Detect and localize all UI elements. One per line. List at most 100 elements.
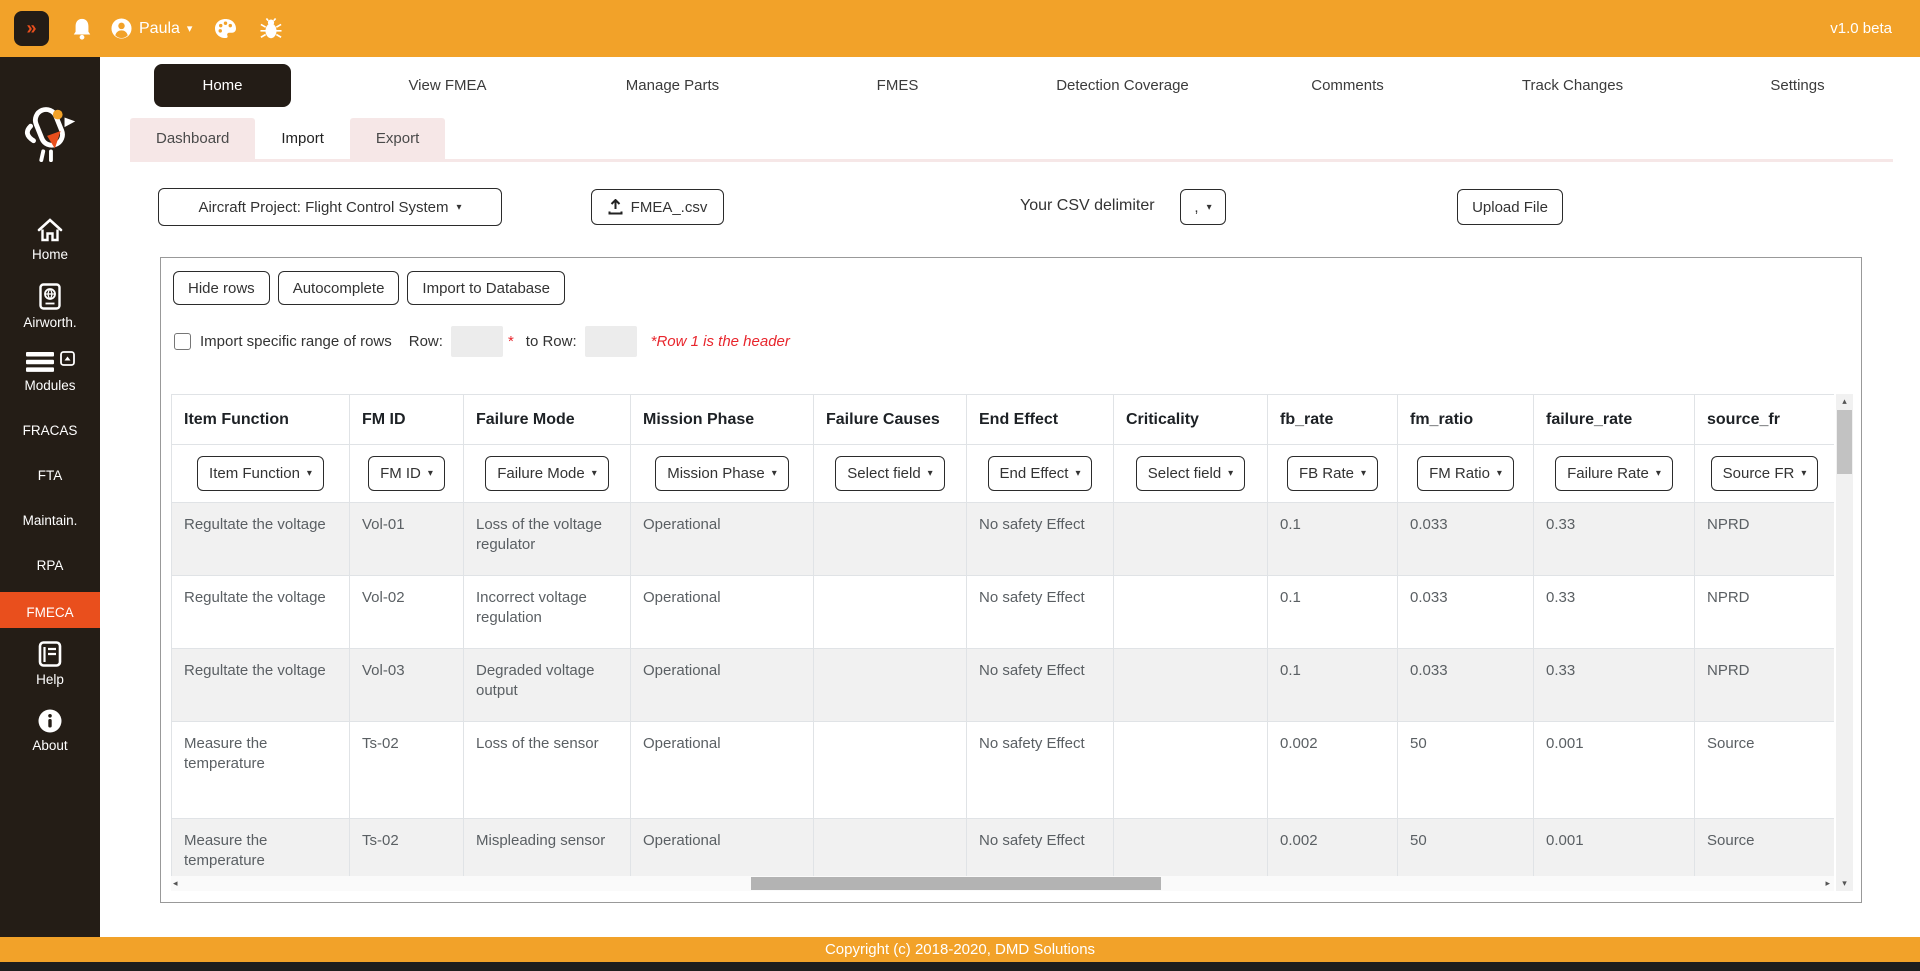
column-filter-dropdown[interactable]: FM ID ▾	[368, 456, 445, 491]
hamburger-menu-icon	[26, 351, 54, 373]
subtab-dashboard[interactable]: Dashboard	[130, 118, 255, 159]
sidebar-item-airworthiness[interactable]: Airworth.	[0, 283, 100, 330]
filter-label: FM ID	[380, 465, 421, 482]
table-row: Regultate the voltageVol-03Degraded volt…	[172, 649, 1835, 722]
column-filter-dropdown[interactable]: Select field▾	[835, 456, 944, 491]
row-to-label: to Row:	[526, 333, 577, 350]
horizontal-scrollbar[interactable]: ◂ ▸	[171, 876, 1834, 891]
choose-file-button[interactable]: FMEA_.csv	[591, 189, 724, 225]
theme-palette-icon[interactable]	[214, 18, 237, 39]
subtab-export[interactable]: Export	[350, 118, 445, 159]
copyright-text: Copyright (c) 2018-2020, DMD Solutions	[825, 941, 1095, 958]
table-cell: NPRD	[1695, 649, 1835, 722]
topbar: » Paula ▾ v1.0 beta	[0, 0, 1920, 57]
table-cell	[814, 649, 967, 722]
sidebar: Home Airworth. Modules FRACAS FTA Mainta…	[0, 57, 100, 937]
range-checkbox-label: Import specific range of rows	[200, 333, 392, 350]
table-cell	[814, 576, 967, 649]
table-cell: Operational	[631, 819, 814, 877]
column-filter-dropdown[interactable]: Mission Phase▾	[655, 456, 789, 491]
collapse-panel-icon	[60, 351, 75, 366]
tab-settings[interactable]: Settings	[1685, 77, 1910, 94]
file-name: FMEA_.csv	[631, 199, 708, 216]
table-cell: 0.033	[1398, 649, 1534, 722]
column-filter-dropdown[interactable]: Item Function▾	[197, 456, 324, 491]
scroll-left-arrow-icon[interactable]: ◂	[173, 876, 178, 891]
table-cell: 0.33	[1534, 503, 1695, 576]
bug-report-icon[interactable]	[259, 18, 283, 40]
tab-home[interactable]: Home	[110, 64, 335, 107]
column-filter-dropdown[interactable]: End Effect▾	[988, 456, 1093, 491]
table-cell: 0.1	[1268, 649, 1398, 722]
tab-view-fmea[interactable]: View FMEA	[335, 77, 560, 94]
horizontal-scroll-thumb[interactable]	[751, 877, 1161, 890]
column-filter-dropdown[interactable]: Source FR▾	[1711, 456, 1819, 491]
column-header: Failure Mode	[464, 395, 631, 445]
table-cell: 50	[1398, 722, 1534, 819]
column-filter-dropdown[interactable]: FM Ratio▾	[1417, 456, 1514, 491]
sidebar-item-home[interactable]: Home	[0, 218, 100, 262]
column-filter-dropdown[interactable]: Failure Mode▾	[485, 456, 609, 491]
sidebar-item-fta[interactable]: FTA	[0, 463, 100, 483]
column-filter-dropdown[interactable]: Select field▾	[1136, 456, 1245, 491]
sidebar-item-rpa[interactable]: RPA	[0, 553, 100, 573]
column-header: fm_ratio	[1398, 395, 1534, 445]
sidebar-item-fracas[interactable]: FRACAS	[0, 418, 100, 438]
sidebar-item-maintain[interactable]: Maintain.	[0, 508, 100, 528]
table-cell: Vol-02	[350, 576, 464, 649]
table-cell: Mispleading sensor	[464, 819, 631, 877]
upload-file-button[interactable]: Upload File	[1457, 189, 1563, 225]
column-filter-dropdown[interactable]: Failure Rate▾	[1555, 456, 1673, 491]
user-menu[interactable]: Paula ▾	[111, 18, 192, 39]
row-range-controls: Import specific range of rows Row: * to …	[174, 326, 790, 357]
table-cell: 0.033	[1398, 576, 1534, 649]
fmea-table: Item FunctionFM IDFailure ModeMission Ph…	[171, 394, 1834, 876]
row-to-input[interactable]	[585, 326, 637, 357]
filter-label: Failure Mode	[497, 465, 585, 482]
sidebar-item-modules[interactable]: Modules	[0, 351, 100, 393]
range-checkbox[interactable]	[174, 333, 191, 350]
sidebar-item-label: Home	[32, 247, 68, 262]
tab-manage-parts[interactable]: Manage Parts	[560, 77, 785, 94]
sidebar-item-about[interactable]: About	[0, 709, 100, 753]
table-cell: Source	[1695, 722, 1835, 819]
tab-fmes[interactable]: FMES	[785, 77, 1010, 94]
import-to-database-button[interactable]: Import to Database	[407, 271, 565, 305]
scroll-down-arrow-icon[interactable]: ▾	[1836, 876, 1853, 891]
sidebar-item-label: About	[32, 738, 67, 753]
sidebar-item-label: Modules	[24, 378, 75, 393]
vertical-scrollbar[interactable]: ▴ ▾	[1836, 394, 1853, 891]
column-filter-dropdown[interactable]: FB Rate▾	[1287, 456, 1378, 491]
row-from-label: Row:	[409, 333, 443, 350]
sidebar-item-label: Airworth.	[23, 315, 76, 330]
notifications-bell-icon[interactable]	[71, 17, 93, 41]
column-header: Criticality	[1114, 395, 1268, 445]
caret-down-icon: ▾	[428, 468, 433, 479]
table-cell: Regultate the voltage	[172, 649, 350, 722]
filter-label: FB Rate	[1299, 465, 1354, 482]
scroll-up-arrow-icon[interactable]: ▴	[1836, 394, 1853, 409]
table-cell: Loss of the voltage regulator	[464, 503, 631, 576]
sidebar-item-help[interactable]: Help	[0, 641, 100, 687]
app-window: » Paula ▾ v1.0 beta	[0, 0, 1920, 971]
filter-label: Select field	[847, 465, 920, 482]
sidebar-item-fmeca-active[interactable]: FMECA	[0, 592, 100, 628]
version-badge: v1.0 beta	[1830, 20, 1892, 37]
sidebar-collapse-button[interactable]: »	[14, 11, 49, 46]
vertical-scroll-thumb[interactable]	[1837, 410, 1852, 474]
caret-down-icon: ▾	[307, 468, 312, 479]
tab-detection-coverage[interactable]: Detection Coverage	[1010, 77, 1235, 94]
table-cell: 0.33	[1534, 576, 1695, 649]
row-from-input[interactable]	[451, 326, 503, 357]
project-selector[interactable]: Aircraft Project: Flight Control System …	[158, 188, 502, 226]
table-cell: No safety Effect	[967, 503, 1114, 576]
tab-track-changes[interactable]: Track Changes	[1460, 77, 1685, 94]
table-cell: Loss of the sensor	[464, 722, 631, 819]
scroll-right-arrow-icon[interactable]: ▸	[1825, 876, 1830, 891]
hide-rows-button[interactable]: Hide rows	[173, 271, 270, 305]
subtab-import[interactable]: Import	[255, 118, 350, 159]
tab-comments[interactable]: Comments	[1235, 77, 1460, 94]
autocomplete-button[interactable]: Autocomplete	[278, 271, 400, 305]
table-cell	[814, 503, 967, 576]
delimiter-selector[interactable]: , ▾	[1180, 189, 1226, 225]
